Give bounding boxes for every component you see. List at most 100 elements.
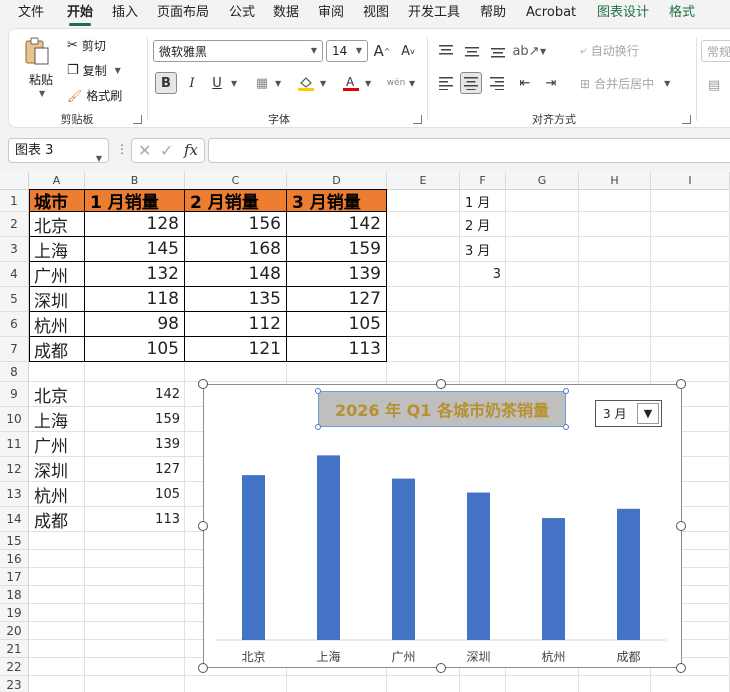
confirm-icon[interactable]: ✓ <box>160 141 173 160</box>
lookup-value-cell[interactable]: 159 <box>85 407 185 432</box>
row-header-12[interactable]: 12 <box>0 457 28 482</box>
table-cell[interactable]: 深圳 <box>29 287 85 312</box>
font-color-caret-icon[interactable]: ▼ <box>365 79 371 88</box>
increase-indent-icon[interactable]: ⇥ <box>540 72 562 94</box>
number-format-combo[interactable]: 常规 <box>701 40 730 62</box>
lookup-value-cell[interactable]: 139 <box>85 432 185 457</box>
row-header-23[interactable]: 23 <box>0 676 28 692</box>
row-header-8[interactable]: 8 <box>0 362 28 382</box>
align-center-icon[interactable] <box>460 72 482 94</box>
phonetic-icon[interactable]: wén <box>385 72 407 94</box>
lookup-city-cell[interactable]: 北京 <box>29 382 85 407</box>
title-handle[interactable] <box>315 388 321 394</box>
chart-resize-handle[interactable] <box>436 663 446 673</box>
row-header-1[interactable]: 1 <box>0 190 28 212</box>
table-cell[interactable]: 132 <box>85 262 185 287</box>
table-cell[interactable]: 上海 <box>29 237 85 262</box>
bar-北京[interactable] <box>242 475 265 640</box>
row-header-21[interactable]: 21 <box>0 640 28 658</box>
title-handle[interactable] <box>563 388 569 394</box>
row-header-6[interactable]: 6 <box>0 312 28 337</box>
increase-font-icon[interactable]: A ^ <box>371 40 393 62</box>
font-color-icon[interactable]: A <box>340 72 362 94</box>
menu-tab-7[interactable]: 视图 <box>363 3 389 23</box>
table-cell[interactable]: 广州 <box>29 262 85 287</box>
row-header-4[interactable]: 4 <box>0 262 28 287</box>
chart-resize-handle[interactable] <box>676 379 686 389</box>
italic-button[interactable]: I <box>181 72 203 94</box>
align-left-icon[interactable] <box>435 72 457 94</box>
menu-tab-3[interactable]: 页面布局 <box>157 3 209 23</box>
title-handle[interactable] <box>563 424 569 430</box>
underline-button[interactable]: U <box>206 72 228 94</box>
menu-tab-4[interactable]: 公式 <box>229 3 255 23</box>
row-header-10[interactable]: 10 <box>0 407 28 432</box>
column-header-H[interactable]: H <box>579 172 651 190</box>
clipboard-launcher-icon[interactable] <box>133 115 142 124</box>
table-cell[interactable]: 128 <box>85 212 185 237</box>
menu-tab-10[interactable]: Acrobat <box>526 3 576 23</box>
row-header-2[interactable]: 2 <box>0 212 28 237</box>
insert-function-icon[interactable]: fx <box>184 141 198 159</box>
chart-resize-handle[interactable] <box>198 379 208 389</box>
row-header-19[interactable]: 19 <box>0 604 28 622</box>
name-box[interactable]: 图表 3 ▼ <box>8 138 109 163</box>
menu-tab-5[interactable]: 数据 <box>273 3 299 23</box>
column-header-G[interactable]: G <box>506 172 579 190</box>
table-cell[interactable]: 112 <box>185 312 287 337</box>
column-header-E[interactable]: E <box>387 172 460 190</box>
font-launcher-icon[interactable] <box>413 115 422 124</box>
row-header-18[interactable]: 18 <box>0 586 28 604</box>
merge-center-button[interactable]: ⊞ 合并后居中 ▼ <box>580 75 670 92</box>
chart-resize-handle[interactable] <box>676 521 686 531</box>
lookup-city-cell[interactable]: 杭州 <box>29 482 85 507</box>
chart-resize-handle[interactable] <box>198 521 208 531</box>
row-header-14[interactable]: 14 <box>0 507 28 532</box>
row-header-5[interactable]: 5 <box>0 287 28 312</box>
lookup-city-cell[interactable]: 广州 <box>29 432 85 457</box>
wrap-text-button[interactable]: ⤶ 自动换行 <box>580 42 639 59</box>
fill-color-icon[interactable] <box>295 72 317 94</box>
lookup-value-cell[interactable]: 105 <box>85 482 185 507</box>
row-header-7[interactable]: 7 <box>0 337 28 362</box>
column-header-I[interactable]: I <box>651 172 730 190</box>
month-dropdown[interactable]: 3 月 ▼ <box>595 400 662 427</box>
row-header-13[interactable]: 13 <box>0 482 28 507</box>
table-cell[interactable]: 杭州 <box>29 312 85 337</box>
month-list-cell[interactable]: 1 月 <box>460 190 506 212</box>
lookup-city-cell[interactable]: 成都 <box>29 507 85 532</box>
bar-杭州[interactable] <box>542 518 565 640</box>
paste-button[interactable] <box>23 37 51 67</box>
table-cell[interactable]: 北京 <box>29 212 85 237</box>
table-header-cell[interactable]: 2 月销量 <box>185 190 287 213</box>
more-options-icon[interactable]: ⋮ <box>116 142 128 156</box>
chart-area[interactable]: 北京 上海 广州 深圳 杭州 成都 2026 年 Q1 各城市奶茶销量 3 月 ▼ <box>203 384 682 668</box>
month-list-cell[interactable]: 3 月 <box>460 237 506 262</box>
row-header-15[interactable]: 15 <box>0 532 28 550</box>
menu-tab-1[interactable]: 开始 <box>67 3 93 26</box>
lookup-value-cell[interactable]: 113 <box>85 507 185 532</box>
select-all-corner[interactable] <box>0 172 29 190</box>
lookup-city-cell[interactable]: 上海 <box>29 407 85 432</box>
dropdown-arrow-icon[interactable]: ▼ <box>637 403 659 424</box>
table-cell[interactable]: 168 <box>185 237 287 262</box>
decrease-font-icon[interactable]: Av <box>397 40 419 62</box>
decrease-indent-icon[interactable]: ⇤ <box>514 72 536 94</box>
table-cell[interactable]: 118 <box>85 287 185 312</box>
row-header-17[interactable]: 17 <box>0 568 28 586</box>
menu-tab-2[interactable]: 插入 <box>112 3 138 23</box>
bar-成都[interactable] <box>617 508 640 640</box>
bar-上海[interactable] <box>317 455 340 640</box>
table-cell[interactable]: 156 <box>185 212 287 237</box>
orientation-icon[interactable]: ab↗ <box>512 40 539 62</box>
selected-index-cell[interactable]: 3 <box>460 262 506 287</box>
font-name-combo[interactable]: 微软雅黑 ▼ <box>153 40 323 62</box>
column-header-F[interactable]: F <box>460 172 506 190</box>
table-cell[interactable]: 135 <box>185 287 287 312</box>
table-cell[interactable]: 成都 <box>29 337 85 362</box>
menu-tab-8[interactable]: 开发工具 <box>408 3 460 23</box>
chart-resize-handle[interactable] <box>198 663 208 673</box>
table-cell[interactable]: 113 <box>287 337 387 362</box>
chart-resize-handle[interactable] <box>676 663 686 673</box>
table-cell[interactable]: 98 <box>85 312 185 337</box>
